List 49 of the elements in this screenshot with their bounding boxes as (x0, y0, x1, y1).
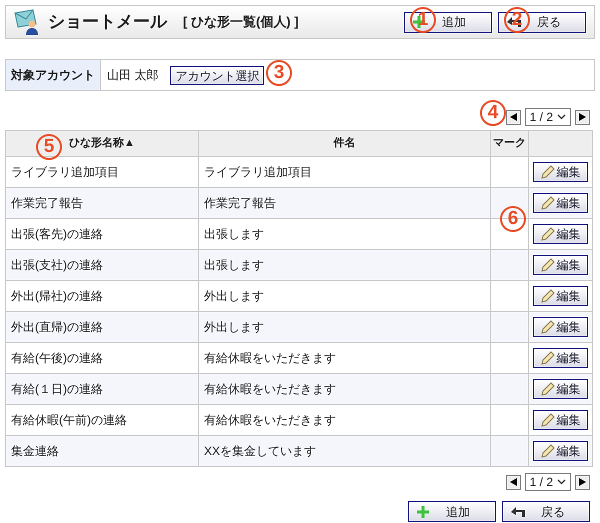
plus-icon (417, 506, 429, 518)
return-arrow-icon (511, 506, 525, 516)
table-cell: XXを集金しています (198, 436, 490, 466)
callout-number: 5 (36, 134, 62, 160)
pencil-icon (540, 444, 554, 458)
pencil-icon (540, 382, 554, 396)
right-triangle-icon (579, 478, 586, 486)
pencil-icon (540, 289, 554, 303)
account-name: 山田 太郎 (107, 67, 158, 84)
account-label: 対象アカウント (6, 60, 101, 90)
add-button[interactable]: 追加 (408, 501, 496, 522)
edit-button[interactable]: 編集 (533, 162, 588, 182)
page-title: ショートメール (48, 11, 167, 34)
chevron-down-icon (557, 114, 566, 120)
edit-button[interactable]: 編集 (533, 441, 588, 461)
edit-button[interactable]: 編集 (533, 255, 588, 275)
edit-button[interactable]: 編集 (533, 348, 588, 368)
pencil-icon (540, 196, 554, 210)
pencil-icon (540, 351, 554, 365)
pencil-icon (540, 258, 554, 272)
callout-number: 3 (266, 60, 292, 86)
edit-button[interactable]: 編集 (533, 286, 588, 306)
callout-number: 6 (500, 206, 526, 232)
page-select[interactable]: 1 / 2 (524, 473, 571, 491)
back-button[interactable]: 戻る (502, 501, 590, 522)
left-triangle-icon (510, 478, 517, 486)
account-select-button[interactable]: アカウント選択 (170, 66, 264, 84)
previous-page-button[interactable] (506, 474, 521, 490)
right-triangle-icon (579, 113, 586, 121)
previous-page-button[interactable] (506, 110, 521, 124)
pencil-icon (540, 320, 554, 334)
envelope-person-icon (14, 9, 40, 35)
edit-button[interactable]: 編集 (533, 224, 588, 244)
callout-number: 4 (480, 100, 506, 126)
next-page-button[interactable] (575, 110, 590, 124)
pencil-icon (540, 227, 554, 241)
edit-button[interactable]: 編集 (533, 410, 588, 430)
column-header: 件名 (198, 130, 490, 156)
page-subtitle: [ ひな形一覧(個人) ] (183, 13, 299, 32)
pencil-icon (540, 413, 554, 427)
edit-button[interactable]: 編集 (533, 379, 588, 399)
edit-button[interactable]: 編集 (533, 193, 588, 213)
left-triangle-icon (510, 113, 517, 121)
edit-button[interactable]: 編集 (533, 317, 588, 337)
chevron-down-icon (557, 479, 566, 485)
table-cell: 集金連絡 (6, 436, 198, 466)
next-page-button[interactable] (575, 474, 590, 490)
page-select[interactable]: 1 / 2 (524, 108, 571, 126)
pencil-icon (540, 165, 554, 179)
